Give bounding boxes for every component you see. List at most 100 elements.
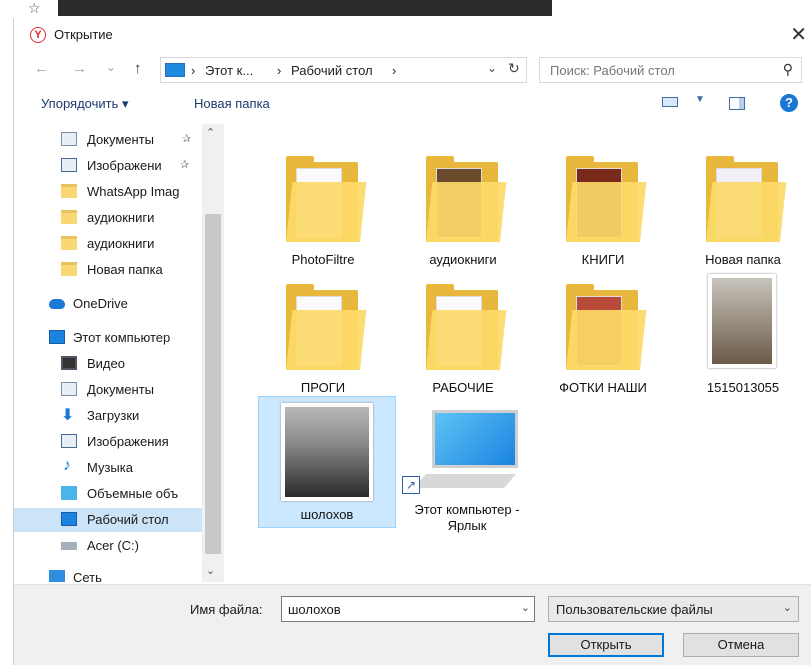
yandex-logo-icon: Y (30, 27, 46, 43)
folder-icon (61, 210, 77, 224)
search-icon[interactable]: ⚲ (783, 61, 793, 78)
sidebar-item-desktop[interactable]: Рабочий стол (14, 508, 202, 532)
navigation-pane: Документы ✰ Изображени ✰ WhatsApp Imag а… (14, 124, 230, 582)
sidebar-item-label: Рабочий стол (87, 512, 169, 527)
help-icon[interactable]: ? (780, 94, 798, 112)
pin-icon: ✰ (182, 133, 192, 145)
sidebar-item-label: Музыка (87, 460, 133, 475)
change-view-icon[interactable] (662, 97, 678, 107)
breadcrumb-separator: › (277, 63, 282, 78)
file-item-photofiltre[interactable]: PhotoFiltre (254, 130, 392, 267)
sidebar-item-documents[interactable]: Документы (14, 378, 202, 402)
cancel-button[interactable]: Отмена (683, 633, 799, 657)
sidebar-item-images-pinned[interactable]: Изображени ✰ (14, 154, 202, 178)
new-folder-button[interactable]: Новая папка (194, 96, 270, 111)
file-label: ФОТКИ НАШИ (559, 380, 647, 395)
filename-label: Имя файла: (190, 602, 263, 617)
sidebar-item-network[interactable]: Сеть (14, 566, 202, 582)
file-item-work[interactable]: РАБОЧИЕ (394, 258, 532, 395)
shortcut-arrow-icon: ↗ (402, 476, 420, 494)
disk-icon (61, 542, 77, 550)
scrollbar-thumb[interactable] (205, 214, 221, 554)
file-label: РАБОЧИЕ (432, 380, 494, 395)
pin-icon: ✰ (180, 159, 190, 171)
file-item-this-pc-shortcut[interactable]: ↗ Этот компьютер - Ярлык (398, 396, 536, 546)
refresh-icon[interactable]: ↻ (508, 60, 520, 77)
close-button[interactable]: ✕ (790, 22, 807, 47)
sidebar-item-label: OneDrive (73, 296, 128, 311)
file-item-photo-1515013055[interactable]: 1515013055 (674, 258, 811, 395)
desktop-icon (61, 512, 77, 526)
breadcrumb-separator[interactable]: › (392, 63, 396, 78)
sidebar-item-label: Сеть (73, 570, 102, 582)
scroll-up-icon[interactable]: ⌃ (206, 126, 215, 139)
sidebar-item-documents-pinned[interactable]: Документы ✰ (14, 128, 202, 152)
back-arrow-icon[interactable]: ← (34, 60, 49, 77)
sidebar-item-audiobooks-2[interactable]: аудиокниги (14, 232, 202, 256)
search-input[interactable]: Поиск: Рабочий стол ⚲ (539, 57, 802, 83)
file-item-books[interactable]: КНИГИ (534, 130, 672, 267)
command-toolbar: Упорядочить ▾ Новая папка ▼ ? (14, 92, 811, 118)
documents-icon (61, 132, 77, 146)
sidebar-item-label: Документы (87, 382, 155, 397)
music-icon: ♪ (63, 457, 71, 474)
open-button[interactable]: Открыть (548, 633, 664, 657)
sidebar-item-label: Видео (87, 356, 125, 371)
address-bar[interactable]: › Этот к... › Рабочий стол › ⌄ ↻ (160, 57, 527, 83)
search-placeholder: Поиск: Рабочий стол (550, 63, 675, 78)
pc-icon (49, 330, 65, 344)
file-item-programs[interactable]: ПРОГИ (254, 258, 392, 395)
background-star-icon: ☆ (28, 0, 41, 16)
images-icon (61, 434, 77, 448)
chevron-down-icon[interactable]: ⌄ (521, 601, 530, 614)
sidebar-item-this-pc[interactable]: Этот компьютер (14, 326, 202, 350)
folder-icon (61, 184, 77, 198)
sidebar-item-label: Документы (87, 132, 155, 147)
title-bar: Y Открытие ✕ (14, 18, 811, 52)
view-dropdown-icon[interactable]: ▼ (695, 94, 705, 105)
filetype-select[interactable]: Пользовательские файлы ⌄ (548, 596, 799, 622)
computer-shortcut-icon (432, 410, 518, 468)
video-icon (61, 356, 77, 370)
sidebar-scrollbar[interactable]: ⌃ ⌄ (202, 124, 224, 582)
sidebar-item-new-folder[interactable]: Новая папка (14, 258, 202, 282)
sidebar-item-onedrive[interactable]: OneDrive (14, 292, 202, 316)
sidebar-item-music[interactable]: ♪ Музыка (14, 456, 202, 480)
chevron-down-icon[interactable]: ⌄ (783, 601, 792, 614)
scroll-down-icon[interactable]: ⌄ (206, 564, 215, 577)
sidebar-item-label: Объемные объ (87, 486, 179, 501)
filename-value[interactable]: шолохов (288, 602, 341, 617)
sidebar-item-label: WhatsApp Imag (87, 184, 180, 199)
file-label: ПРОГИ (300, 380, 346, 395)
onedrive-icon (49, 299, 65, 309)
forward-arrow-icon[interactable]: → (72, 60, 87, 77)
background-strip (58, 0, 552, 16)
photo-icon (281, 403, 373, 501)
address-dropdown-icon[interactable]: ⌄ (487, 61, 497, 75)
file-item-our-photos[interactable]: ФОТКИ НАШИ (534, 258, 672, 395)
file-item-audiobooks[interactable]: аудиокниги (394, 130, 532, 267)
folder-icon (61, 262, 77, 276)
breadcrumb-this-pc[interactable]: Этот к... (205, 63, 253, 78)
filename-input[interactable]: шолохов ⌄ (281, 596, 535, 622)
sidebar-item-images[interactable]: Изображения (14, 430, 202, 454)
sidebar-item-whatsapp[interactable]: WhatsApp Imag (14, 180, 202, 204)
sidebar-item-downloads[interactable]: ⬇ Загрузки (14, 404, 202, 428)
documents-icon (61, 382, 77, 396)
breadcrumb-desktop[interactable]: Рабочий стол (291, 63, 373, 78)
recent-locations-icon[interactable]: ⌄ (106, 60, 116, 74)
up-arrow-icon[interactable]: ↑ (134, 60, 142, 77)
preview-pane-icon[interactable] (729, 97, 745, 110)
breadcrumb-separator: › (191, 63, 196, 78)
sidebar-item-label: аудиокниги (87, 210, 155, 225)
sidebar-item-video[interactable]: Видео (14, 352, 202, 376)
organize-button[interactable]: Упорядочить ▾ (41, 96, 129, 112)
file-item-new-folder[interactable]: Новая папка (674, 130, 811, 267)
sidebar-item-audiobooks[interactable]: аудиокниги (14, 206, 202, 230)
sidebar-item-3d-objects[interactable]: Объемные объ (14, 482, 202, 506)
images-icon (61, 158, 77, 172)
photo-icon (708, 274, 776, 368)
file-item-sholokhov[interactable]: шолохов (258, 396, 396, 528)
dialog-title: Открытие (54, 27, 113, 42)
sidebar-item-drive-c[interactable]: Acer (C:) (14, 534, 202, 558)
